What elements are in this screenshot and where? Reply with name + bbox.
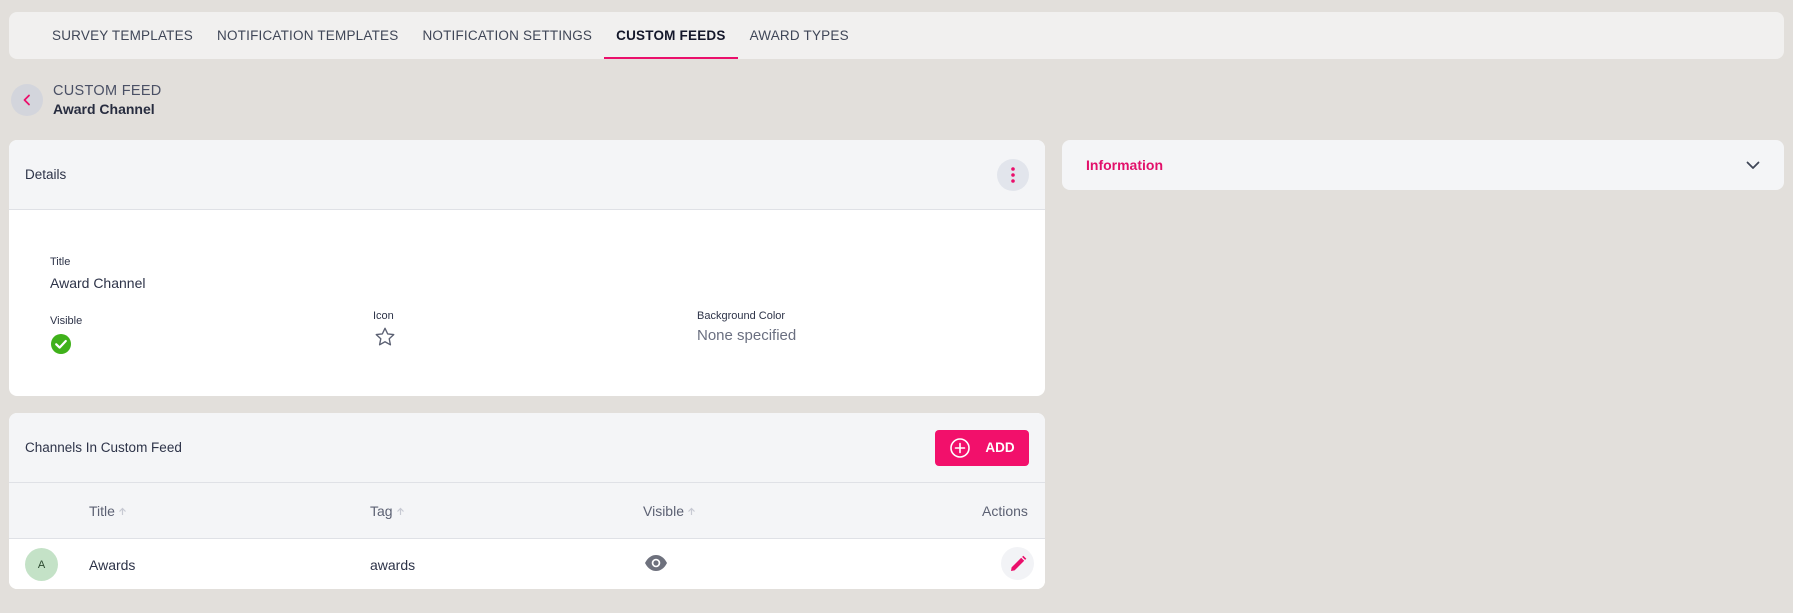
information-panel[interactable]: Information	[1062, 140, 1784, 190]
edit-button[interactable]	[1001, 547, 1034, 580]
pencil-icon	[1010, 555, 1026, 571]
settings-tab-bar: SURVEY TEMPLATES NOTIFICATION TEMPLATES …	[9, 12, 1784, 59]
more-vertical-icon	[1011, 166, 1015, 183]
channels-heading: Channels In Custom Feed	[25, 440, 182, 455]
tab-notification-templates[interactable]: NOTIFICATION TEMPLATES	[205, 12, 410, 59]
channels-table-header: Title Tag Visible Actions	[9, 483, 1045, 539]
channels-card: Channels In Custom Feed ADD Title Tag Vi…	[9, 413, 1045, 589]
add-channel-button[interactable]: ADD	[935, 429, 1029, 466]
background-color-label: Background Color	[697, 310, 786, 322]
column-tag-label: Tag	[370, 503, 393, 519]
row-tag: awards	[370, 557, 416, 573]
title-field-value: Award Channel	[50, 275, 146, 291]
sort-arrow-up-icon	[688, 507, 695, 515]
column-actions: Actions	[982, 503, 1028, 519]
star-outline-icon	[375, 327, 395, 346]
sort-arrow-up-icon	[119, 507, 126, 515]
visible-field-label: Visible	[50, 315, 83, 327]
column-title-label: Title	[89, 503, 115, 519]
tab-custom-feeds[interactable]: CUSTOM FEEDS	[604, 12, 738, 59]
tab-award-types[interactable]: AWARD TYPES	[738, 12, 861, 59]
column-visible[interactable]: Visible	[643, 503, 696, 519]
visible-check-icon	[51, 334, 71, 354]
details-heading: Details	[25, 167, 67, 182]
information-title: Information	[1086, 157, 1163, 173]
add-button-label: ADD	[985, 440, 1015, 455]
details-card-header: Details	[9, 140, 1045, 210]
plus-circle-icon	[950, 437, 971, 458]
breadcrumb-section: CUSTOM FEED	[53, 83, 162, 99]
column-title[interactable]: Title	[89, 503, 127, 519]
tab-survey-templates[interactable]: SURVEY TEMPLATES	[40, 12, 205, 59]
icon-field-label: Icon	[373, 310, 394, 322]
column-actions-label: Actions	[982, 503, 1028, 519]
column-tag[interactable]: Tag	[370, 503, 405, 519]
back-button[interactable]	[11, 84, 43, 116]
eye-icon	[645, 555, 667, 571]
table-row[interactable]: A Awards awards	[9, 540, 1045, 589]
avatar: A	[25, 548, 58, 581]
background-color-value: None specified	[697, 327, 797, 344]
row-title: Awards	[89, 557, 136, 573]
title-field-label: Title	[50, 256, 71, 268]
sort-arrow-up-icon	[396, 507, 404, 515]
channels-card-header: Channels In Custom Feed ADD	[9, 413, 1045, 483]
chevron-left-icon	[23, 94, 30, 106]
details-menu-button[interactable]	[997, 158, 1029, 191]
page-title: Award Channel	[53, 101, 155, 117]
tab-notification-settings[interactable]: NOTIFICATION SETTINGS	[410, 12, 604, 59]
details-card: Details Title Award Channel Visible Icon…	[9, 140, 1045, 396]
column-visible-label: Visible	[643, 503, 684, 519]
chevron-down-icon[interactable]	[1746, 160, 1760, 170]
